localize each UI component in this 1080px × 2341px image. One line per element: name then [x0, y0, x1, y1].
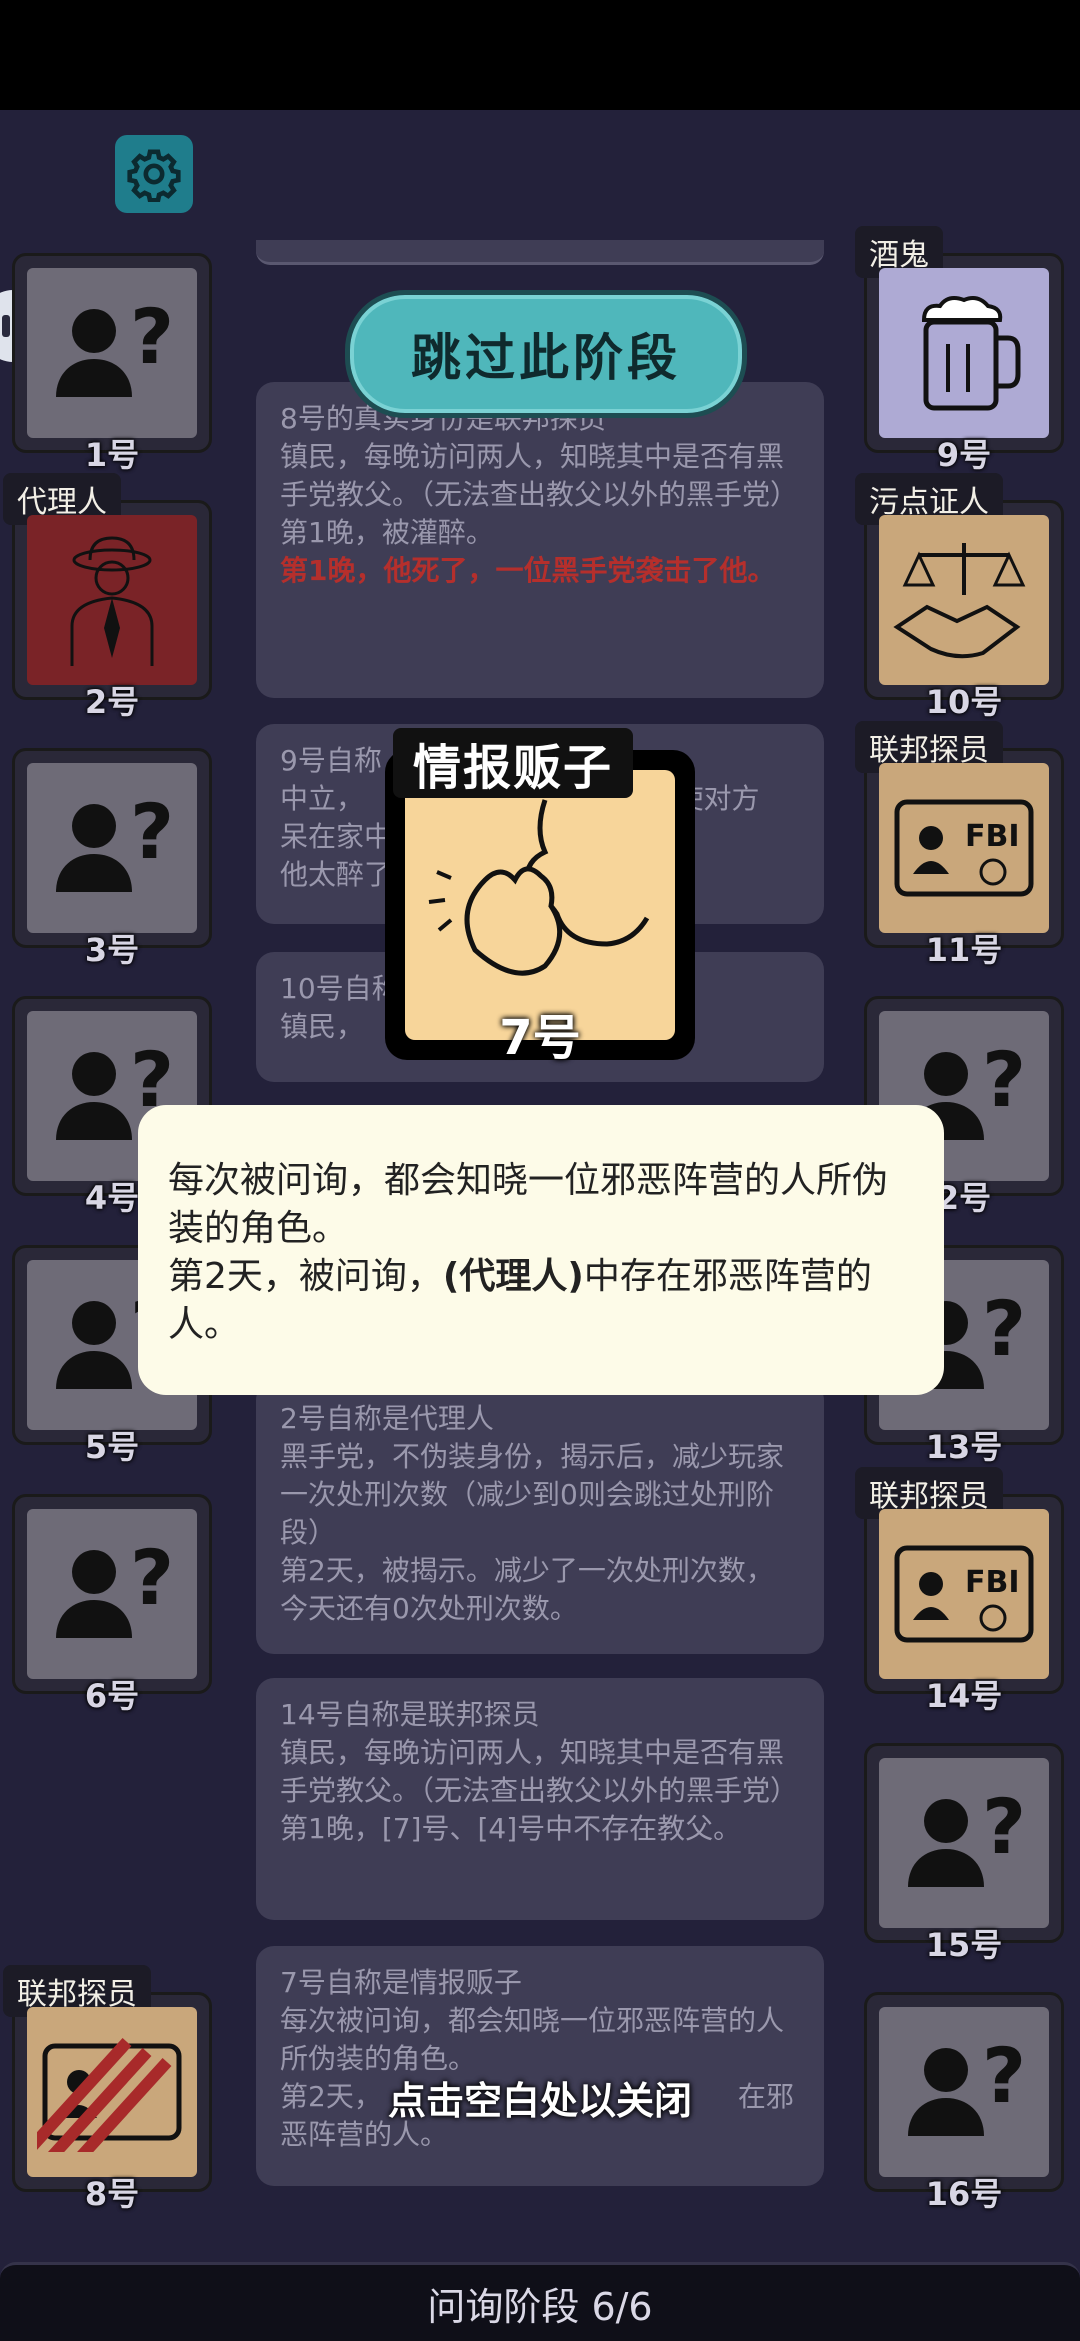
popup-ability-text: 每次被问询，都会知晓一位邪恶阵营的人所伪装的角色。	[168, 1160, 889, 1249]
player-number: 16号	[925, 2175, 1003, 2213]
svg-text:?: ?	[130, 1534, 174, 1622]
player-number: 11号	[925, 931, 1003, 969]
svg-text:?: ?	[982, 1036, 1026, 1124]
player-card[interactable]: ? 3号	[12, 748, 212, 969]
player-number: 15号	[925, 1926, 1003, 1964]
unknown-person-icon: ?	[908, 1783, 1026, 1887]
popup-result-text: 第2天，被问询，	[168, 1256, 443, 1297]
player-number: 6号	[84, 1677, 140, 1715]
player-number: 1号	[84, 436, 140, 474]
agent-icon	[70, 536, 154, 666]
popup-result-highlight: (代理人)	[442, 1256, 584, 1297]
unknown-person-icon: ?	[56, 1534, 174, 1638]
svg-text:?: ?	[130, 293, 174, 381]
settings-button[interactable]	[115, 135, 193, 213]
player-number: 3号	[84, 931, 140, 969]
close-hint[interactable]: 点击空白处以关闭	[0, 2070, 1080, 2125]
status-bar	[0, 0, 1080, 110]
beer-mug-icon	[921, 296, 1021, 411]
log-entry: 8号的真实身份是联邦探员 镇民，每晚访问两人，知晓其中是否有黑手党教父。（无法查…	[256, 382, 824, 698]
gear-icon	[127, 149, 181, 202]
player-number: 9号	[936, 436, 992, 474]
scales-handshake-icon	[893, 543, 1026, 659]
player-number: 5号	[84, 1428, 140, 1466]
log-text: 8号的真实身份是联邦探员 镇民，每晚访问两人，知晓其中是否有黑手党教父。（无法查…	[280, 402, 799, 549]
player-number: 10号	[925, 683, 1003, 721]
role-info-popup: 每次被问询，都会知晓一位邪恶阵营的人所伪装的角色。 第2天，被问询，(代理人)中…	[138, 1105, 944, 1395]
fbi-badge-icon: FBI	[894, 799, 1034, 897]
role-card-number: 7号	[499, 1010, 581, 1066]
log-entry: 14号自称是联邦探员 镇民，每晚访问两人，知晓其中是否有黑手党教父。（无法查出教…	[256, 1678, 824, 1920]
player-number: 8号	[84, 2175, 140, 2213]
svg-text:?: ?	[982, 1783, 1026, 1871]
log-text: 2号自称是代理人 黑手党，不伪装身份，揭示后，减少玩家一次处刑次数（减少到0则会…	[280, 1402, 785, 1625]
player-card[interactable]: ? 6号	[12, 1494, 212, 1715]
player-number: 14号	[925, 1677, 1003, 1715]
player-card[interactable]: ? 15号	[864, 1743, 1064, 1964]
svg-text:?: ?	[130, 788, 174, 876]
log-highlight: 第1晚，他死了，一位黑手党袭击了他。	[280, 554, 776, 587]
log-text: 14号自称是联邦探员 镇民，每晚访问两人，知晓其中是否有黑手党教父。（无法查出教…	[280, 1698, 799, 1845]
unknown-person-icon: ?	[56, 788, 174, 892]
unknown-person-icon: ?	[56, 293, 174, 397]
svg-text:FBI: FBI	[965, 819, 1020, 854]
svg-text:FBI: FBI	[965, 1565, 1020, 1600]
skip-phase-button[interactable]: 跳过此阶段	[345, 290, 747, 418]
player-card[interactable]: 酒鬼 9号	[855, 226, 1064, 474]
phase-indicator: 问询阶段 6/6	[0, 2262, 1080, 2341]
player-card[interactable]: ? 1号	[12, 253, 212, 474]
player-number: 13号	[925, 1428, 1003, 1466]
log-entry-top	[256, 240, 824, 265]
player-card[interactable]: 联邦探员 FBI 11号	[855, 721, 1064, 969]
svg-text:?: ?	[982, 1285, 1026, 1373]
player-card[interactable]: 污点证人 10号	[855, 473, 1064, 721]
fbi-badge-icon: FBI	[894, 1545, 1034, 1643]
player-card[interactable]: 代理人 2号	[3, 473, 212, 721]
log-entry: 7号自称是情报贩子 每次被问询，都会知晓一位邪恶阵营的人所伪装的角色。 第2天，…	[256, 1946, 824, 2186]
log-text: 7号自称是情报贩子 每次被问询，都会知晓一位邪恶阵营的人所伪装的角色。 第2天，…	[280, 1966, 794, 2151]
player-card[interactable]: 联邦探员 FBI 14号	[855, 1467, 1064, 1715]
log-entry: 2号自称是代理人 黑手党，不伪装身份，揭示后，减少玩家一次处刑次数（减少到0则会…	[256, 1382, 824, 1654]
role-card-title: 情报贩子	[393, 728, 633, 798]
whisper-icon	[428, 799, 650, 976]
player-number: 2号	[84, 683, 140, 721]
